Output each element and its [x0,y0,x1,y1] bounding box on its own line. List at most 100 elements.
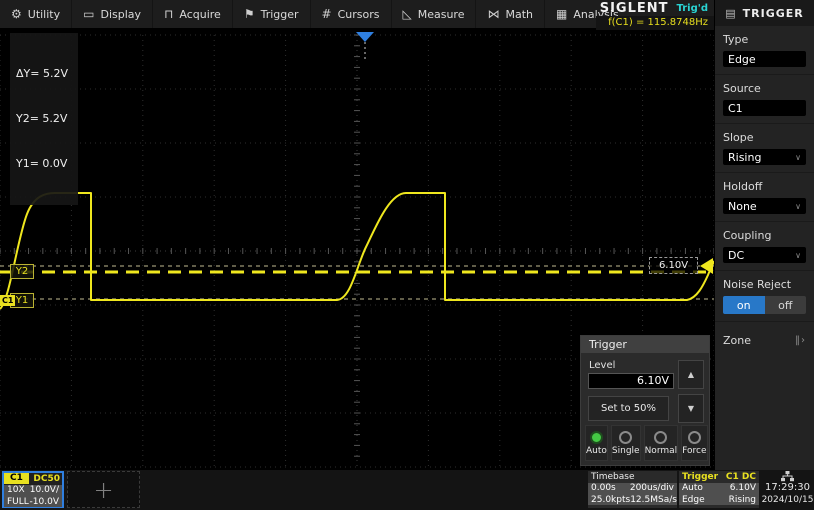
menu-math[interactable]: ⋈ Math [476,0,545,28]
level-input[interactable]: 6.10V [588,373,674,389]
mode-normal-label: Normal [645,446,678,456]
mode-auto-radio[interactable]: Auto [585,425,608,461]
channel1-badge: C1 [4,473,29,484]
trigger-dialog: Trigger Level 6.10V ▲ Set to 50% ▼ Auto … [580,335,710,466]
channel1-ground-marker[interactable]: C1 [0,295,15,306]
radio-dot-icon [590,431,603,444]
plus-icon: + [93,476,113,504]
section-holdoff: Holdoff None ∨ [715,173,814,222]
holdoff-value: None [728,200,757,213]
coupling-select[interactable]: DC ∨ [723,247,806,263]
radio-dot-icon [654,431,667,444]
clock-date: 2024/10/15 [762,494,814,506]
section-coupling: Coupling DC ∨ [715,222,814,271]
type-label: Type [723,33,806,46]
menu-measure[interactable]: ◺ Measure [392,0,477,28]
channel1-bandwidth: FULL [7,497,29,507]
channel1-coupling: DC50 [33,474,60,484]
trigger-descriptor[interactable]: Trigger C1 DC Auto 6.10V Edge Rising [679,471,759,508]
trigger-level: 6.10V [730,483,756,493]
channel1-offset: -10.0V [30,497,59,507]
noise-reject-label: Noise Reject [723,278,806,291]
menu-bar: ⚙ Utility ▭ Display ⊓ Acquire ⚑ Trigger … [0,0,714,28]
timebase-samplerate: 12.5MSa/s [630,495,677,505]
mode-single-radio[interactable]: Single [611,425,641,461]
slope-select[interactable]: Rising ∨ [723,149,806,165]
source-select[interactable]: C1 [723,100,806,116]
cursor-y2-tag[interactable]: Y2 [10,264,34,279]
panel-header: ▤ TRIGGER [715,0,814,26]
chevron-down-icon: ∨ [795,202,801,211]
add-channel-button[interactable]: + [67,471,140,508]
flag-icon: ⚑ [244,8,255,20]
gear-icon: ⚙ [11,8,22,20]
menu-cursors[interactable]: # Cursors [311,0,392,28]
zone-expand-icon: ‖› [795,335,806,346]
chevron-down-icon: ∨ [795,153,801,162]
mode-force-label: Force [682,446,706,456]
measure-icon: ◺ [403,8,412,20]
menu-acquire-label: Acquire [179,8,220,21]
trigger-mode-row: Auto Single Normal Force [585,425,705,461]
mode-force-radio[interactable]: Force [681,425,707,461]
cursor-delta-y: ΔY= 5.2V [16,66,68,81]
menu-acquire[interactable]: ⊓ Acquire [153,0,233,28]
trigger-mode: Auto [682,483,703,493]
timebase-delay: 0.00s [591,483,616,493]
level-label: Level [589,360,615,371]
menu-trigger-label: Trigger [261,8,299,21]
trigger-status-badge: Trig'd [677,3,710,14]
channel1-scale: 10.0V/ [30,485,59,495]
panel-title: TRIGGER [743,7,804,20]
cursor-readout-box: ΔY= 5.2V Y2= 5.2V Y1= 0.0V [10,33,78,205]
menu-display[interactable]: ▭ Display [72,0,153,28]
cursor-y2-value: Y2= 5.2V [16,111,68,126]
noise-reject-toggle: on off [723,296,806,314]
trigger-type: Edge [682,495,705,505]
siglent-logo: SIGLENT [600,1,669,16]
set-to-50-button[interactable]: Set to 50% [588,396,669,421]
menu-trigger[interactable]: ⚑ Trigger [233,0,311,28]
acquire-icon: ⊓ [164,8,173,20]
coupling-value: DC [728,249,744,262]
trigger-level-value-tag: 6.10V [649,257,698,274]
radio-dot-icon [619,431,632,444]
menu-utility-label: Utility [28,8,60,21]
menu-utility[interactable]: ⚙ Utility [0,0,72,28]
menu-math-label: Math [505,8,533,21]
brand-block: SIGLENT Trig'd f(C1) = 115.8748Hz [596,0,714,28]
slope-value: Rising [728,151,761,164]
noise-reject-off-button[interactable]: off [765,296,807,314]
cursors-icon: # [322,8,332,20]
display-icon: ▭ [83,8,94,20]
holdoff-select[interactable]: None ∨ [723,198,806,214]
source-label: Source [723,82,806,95]
clock-time: 17:29:30 [765,482,810,494]
trigger-position-marker[interactable] [356,32,374,42]
level-up-button[interactable]: ▲ [678,360,704,389]
mode-single-label: Single [612,446,640,456]
channel1-descriptor[interactable]: C1 DC50 10X 10.0V/ FULL -10.0V [2,471,64,508]
trigger-descriptor-title: Trigger [682,472,718,482]
clock-block: 17:29:30 2024/10/15 [761,471,814,508]
level-down-button[interactable]: ▼ [678,394,704,423]
trigger-slope: Rising [729,495,756,505]
timebase-descriptor[interactable]: Timebase 0.00s 200us/div 25.0kpts 12.5MS… [588,471,677,508]
noise-reject-on-button[interactable]: on [723,296,765,314]
timebase-scale: 200us/div [630,483,674,493]
oscilloscope-screen: ⚙ Utility ▭ Display ⊓ Acquire ⚑ Trigger … [0,0,814,510]
section-zone[interactable]: Zone ‖› [715,322,814,359]
mode-normal-radio[interactable]: Normal [644,425,679,461]
source-value: C1 [728,102,743,115]
up-arrow-icon: ▲ [688,370,694,379]
trigger-settings-panel: ▤ TRIGGER Type Edge Source C1 Slope Risi… [714,0,814,510]
timebase-points: 25.0kpts [591,495,630,505]
type-select[interactable]: Edge [723,51,806,67]
zone-label: Zone [723,334,751,347]
coupling-label: Coupling [723,229,806,242]
section-noise-reject: Noise Reject on off [715,271,814,322]
trigger-dialog-title[interactable]: Trigger [581,336,709,353]
trigger-panel-icon: ▤ [725,7,736,20]
lan-icon[interactable] [781,471,794,482]
section-type: Type Edge [715,26,814,75]
